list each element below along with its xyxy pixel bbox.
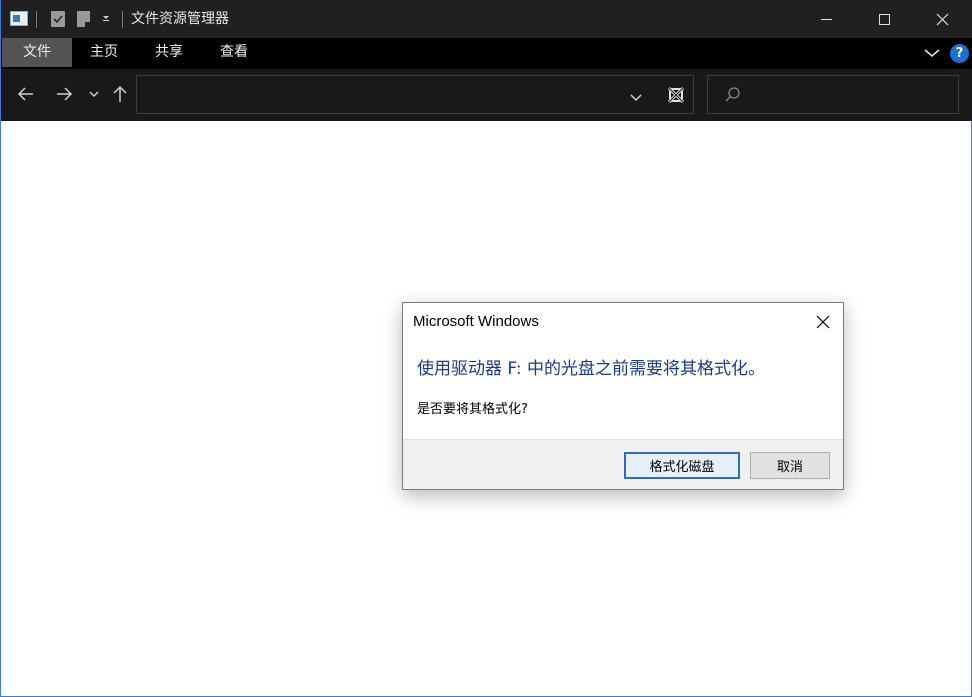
navigation-bar bbox=[1, 69, 972, 121]
separator bbox=[122, 11, 123, 28]
window-title: 文件资源管理器 bbox=[131, 11, 229, 27]
maximize-icon bbox=[878, 13, 890, 25]
up-arrow-icon[interactable] bbox=[109, 83, 131, 105]
format-disk-dialog: Microsoft Windows 使用驱动器 F: 中的光盘之前需要将其格式化… bbox=[402, 302, 844, 490]
close-icon bbox=[816, 315, 830, 329]
explorer-window: 文件资源管理器 文件 主页 共享 查看 ? Microsoft Windows … bbox=[0, 0, 972, 697]
customize-dropdown-icon[interactable] bbox=[100, 12, 112, 26]
separator bbox=[36, 11, 37, 28]
address-history-chevron-icon[interactable] bbox=[629, 89, 645, 103]
app-icon[interactable] bbox=[10, 11, 28, 26]
title-bar: 文件资源管理器 bbox=[1, 0, 972, 38]
maximize-button[interactable] bbox=[855, 0, 913, 38]
address-bar[interactable] bbox=[136, 75, 694, 114]
dialog-footer: 格式化磁盘 取消 bbox=[403, 439, 843, 489]
properties-icon[interactable] bbox=[51, 11, 65, 27]
close-button[interactable] bbox=[913, 0, 971, 38]
forward-arrow-icon[interactable] bbox=[53, 83, 75, 105]
search-box[interactable] bbox=[707, 75, 959, 114]
dialog-title: Microsoft Windows bbox=[413, 313, 539, 330]
ribbon: 文件 主页 共享 查看 ? bbox=[1, 38, 972, 69]
dialog-close-button[interactable] bbox=[803, 307, 843, 337]
expand-ribbon-chevron-icon[interactable] bbox=[921, 44, 943, 62]
search-icon bbox=[724, 86, 742, 104]
tab-file[interactable]: 文件 bbox=[2, 38, 72, 67]
back-arrow-icon[interactable] bbox=[15, 83, 37, 105]
close-icon bbox=[936, 13, 948, 25]
dialog-content-text: 是否要将其格式化? bbox=[417, 402, 528, 417]
format-disk-button[interactable]: 格式化磁盘 bbox=[624, 452, 740, 479]
new-folder-icon[interactable] bbox=[77, 11, 90, 27]
tab-home[interactable]: 主页 bbox=[73, 38, 135, 67]
minimize-icon bbox=[820, 18, 832, 20]
refresh-icon[interactable] bbox=[666, 85, 686, 105]
cancel-button[interactable]: 取消 bbox=[750, 452, 830, 479]
minimize-button[interactable] bbox=[797, 0, 855, 38]
recent-locations-chevron-icon[interactable] bbox=[87, 83, 101, 105]
tab-view[interactable]: 查看 bbox=[203, 38, 265, 67]
help-button[interactable]: ? bbox=[950, 44, 969, 63]
search-input[interactable] bbox=[748, 76, 953, 113]
dialog-main-instruction: 使用驱动器 F: 中的光盘之前需要将其格式化。 bbox=[417, 359, 765, 379]
tab-share[interactable]: 共享 bbox=[137, 38, 201, 67]
